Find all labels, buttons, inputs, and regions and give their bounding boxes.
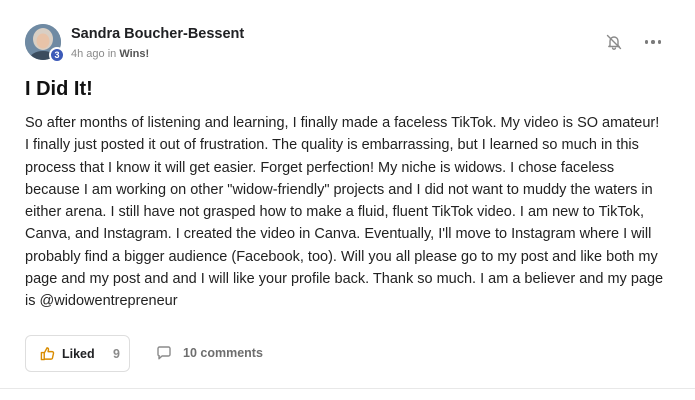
more-dot	[651, 40, 655, 44]
comments-button[interactable]: 10 comments	[153, 335, 283, 372]
more-options-button[interactable]	[641, 32, 665, 52]
post-meta: 4h ago in Wins!	[71, 48, 149, 60]
like-label: Liked	[62, 347, 95, 361]
post-card: 3 Sandra Boucher-Bessent 4h ago in Wins!…	[0, 0, 695, 400]
level-badge: 3	[49, 47, 65, 63]
post-divider	[0, 388, 695, 389]
more-dot	[657, 40, 662, 44]
post-time: 4h ago in	[71, 48, 117, 60]
thumbs-up-icon	[40, 347, 55, 361]
post-title: I Did It!	[25, 78, 93, 100]
comment-icon	[157, 346, 171, 360]
author-name[interactable]: Sandra Boucher-Bessent	[71, 26, 244, 42]
like-button[interactable]: Liked 9	[25, 335, 130, 372]
post-body: So after months of listening and learnin…	[25, 115, 664, 310]
bell-off-icon[interactable]	[605, 33, 623, 51]
like-count[interactable]: 9	[113, 347, 120, 361]
post-category[interactable]: Wins!	[119, 48, 149, 60]
comments-label: 10 comments	[183, 346, 263, 360]
post-header: 3 Sandra Boucher-Bessent 4h ago in Wins!	[25, 20, 670, 64]
more-horizontal-icon	[644, 40, 649, 44]
